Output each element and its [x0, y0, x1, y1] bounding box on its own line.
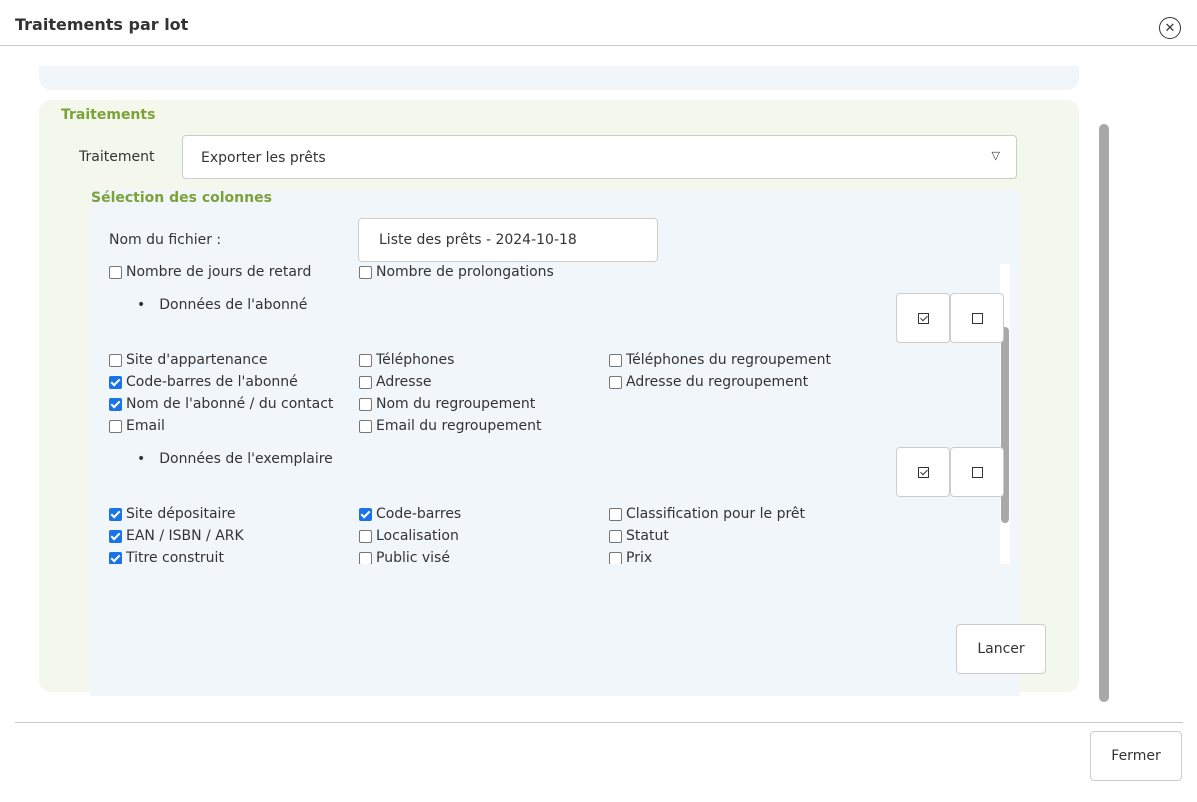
filename-input[interactable]: [358, 218, 658, 262]
column-checkbox[interactable]: Public visé: [359, 550, 450, 564]
column-group-label: • Données de l'abonné: [137, 297, 307, 313]
checkbox-checked-icon[interactable]: [109, 529, 122, 543]
checkbox-unchecked-icon[interactable]: [359, 551, 372, 564]
column-checkbox-label: Nombre de prolongations: [376, 264, 554, 280]
checkbox-checked-icon[interactable]: [109, 551, 122, 564]
column-checkbox-label: Site d'appartenance: [126, 352, 268, 368]
deselect-all-button[interactable]: [950, 447, 1004, 497]
checkbox-unchecked-icon[interactable]: [359, 397, 372, 411]
column-checkbox-label: Public visé: [376, 550, 450, 564]
dialog-header: Traitements par lot ✕: [0, 0, 1197, 46]
column-checkbox-label: EAN / ISBN / ARK: [126, 528, 244, 544]
column-checkbox[interactable]: Localisation: [359, 528, 459, 544]
checkbox-unchecked-icon[interactable]: [109, 419, 122, 433]
traitement-select[interactable]: Exporter les prêts ▽: [182, 135, 1017, 179]
column-checkbox[interactable]: Nom du regroupement: [359, 396, 535, 412]
column-checkbox[interactable]: Statut: [609, 528, 669, 544]
checkbox-unchecked-icon[interactable]: [109, 265, 122, 279]
column-checkbox-label: Site dépositaire: [126, 506, 236, 522]
checkbox-checked-icon[interactable]: [109, 507, 122, 521]
deselect-all-button[interactable]: [950, 293, 1004, 343]
column-checkbox[interactable]: Site d'appartenance: [109, 352, 268, 368]
traitement-label: Traitement: [79, 149, 155, 165]
chevron-down-icon: ▽: [991, 149, 1000, 162]
checkbox-checked-icon: [917, 466, 929, 478]
column-checkbox-label: Téléphones: [376, 352, 455, 368]
checkbox-unchecked-icon: [971, 312, 983, 324]
column-checkbox-label: Localisation: [376, 528, 459, 544]
bullet-icon: •: [137, 451, 146, 467]
footer-divider: [15, 722, 1183, 723]
column-checkbox[interactable]: Titre construit: [109, 550, 224, 564]
dialog-scrollbar[interactable]: [1099, 124, 1109, 702]
column-checkbox[interactable]: Classification pour le prêt: [609, 506, 805, 522]
column-checkbox[interactable]: Téléphones: [359, 352, 454, 368]
column-checkbox-label: Adresse: [376, 374, 432, 390]
close-button[interactable]: Fermer: [1090, 731, 1182, 781]
checkbox-unchecked-icon[interactable]: [609, 529, 622, 543]
checkbox-checked-icon[interactable]: [109, 397, 122, 411]
traitements-panel: Traitements Traitement Exporter les prêt…: [39, 100, 1079, 696]
checkbox-checked-icon[interactable]: [109, 375, 122, 389]
checkbox-unchecked-icon: [971, 466, 983, 478]
column-checkbox-label: Adresse du regroupement: [626, 374, 809, 390]
column-checkbox-label: Code-barres: [376, 506, 462, 522]
checkbox-unchecked-icon[interactable]: [359, 419, 372, 433]
columns-selection-box: Nom du fichier : Nombre de jours de reta…: [90, 190, 1020, 696]
launch-button[interactable]: Lancer: [956, 624, 1046, 674]
columns-section-title: Sélection des colonnes: [91, 190, 272, 206]
column-checkbox-label: Classification pour le prêt: [626, 506, 806, 522]
traitement-select-value: Exporter les prêts: [201, 150, 326, 166]
column-checkbox[interactable]: Nom de l'abonné / du contact: [109, 396, 333, 412]
column-checkbox[interactable]: Prix: [609, 550, 652, 564]
column-checkbox-label: Titre construit: [126, 550, 224, 564]
column-checkbox[interactable]: Code-barres de l'abonné: [109, 374, 298, 390]
column-checkbox-label: Téléphones du regroupement: [626, 352, 832, 368]
column-checkbox-label: Statut: [626, 528, 669, 544]
column-checkbox[interactable]: Code-barres: [359, 506, 461, 522]
checkbox-checked-icon[interactable]: [359, 507, 372, 521]
close-icon[interactable]: ✕: [1159, 17, 1181, 39]
column-checkbox-label: Email du regroupement: [376, 418, 542, 434]
column-checkbox-label: Prix: [626, 550, 653, 564]
traitements-section-title: Traitements: [61, 107, 156, 123]
column-group-title: Données de l'abonné: [159, 297, 308, 313]
checkbox-checked-icon: [917, 312, 929, 324]
checkbox-unchecked-icon[interactable]: [609, 551, 622, 564]
dialog-title: Traitements par lot: [15, 15, 189, 34]
column-checkbox-label: Code-barres de l'abonné: [126, 374, 298, 390]
column-checkbox[interactable]: Email du regroupement: [359, 418, 541, 434]
checkbox-unchecked-icon[interactable]: [109, 353, 122, 367]
checkbox-unchecked-icon[interactable]: [609, 353, 622, 367]
column-checkbox-label: Email: [126, 418, 165, 434]
filename-label: Nom du fichier :: [109, 232, 222, 248]
column-checkbox[interactable]: Site dépositaire: [109, 506, 235, 522]
column-checkbox-label: Nom de l'abonné / du contact: [126, 396, 334, 412]
select-all-button[interactable]: [896, 293, 950, 343]
columns-scroll-area[interactable]: Nombre de jours de retard Nombre de prolo…: [90, 264, 1010, 564]
select-all-button[interactable]: [896, 447, 950, 497]
column-checkbox[interactable]: EAN / ISBN / ARK: [109, 528, 244, 544]
column-checkbox-label: Nom du regroupement: [376, 396, 536, 412]
column-checkbox[interactable]: Email: [109, 418, 165, 434]
column-group-title: Données de l'exemplaire: [159, 451, 333, 467]
column-checkbox[interactable]: Nombre de prolongations: [359, 264, 554, 280]
checkbox-unchecked-icon[interactable]: [359, 353, 372, 367]
checkbox-unchecked-icon[interactable]: [359, 265, 372, 279]
column-checkbox[interactable]: Nombre de jours de retard: [109, 264, 311, 280]
checkbox-unchecked-icon[interactable]: [609, 375, 622, 389]
column-checkbox[interactable]: Adresse du regroupement: [609, 374, 808, 390]
bullet-icon: •: [137, 297, 146, 313]
column-group-label: • Données de l'exemplaire: [137, 451, 333, 467]
checkbox-unchecked-icon[interactable]: [359, 375, 372, 389]
previous-section-panel: [39, 66, 1079, 90]
column-checkbox-label: Nombre de jours de retard: [126, 264, 312, 280]
checkbox-unchecked-icon[interactable]: [359, 529, 372, 543]
column-checkbox[interactable]: Adresse: [359, 374, 431, 390]
column-checkbox[interactable]: Téléphones du regroupement: [609, 352, 831, 368]
checkbox-unchecked-icon[interactable]: [609, 507, 622, 521]
batch-processing-dialog: Traitements par lot ✕ Traitements Traite…: [0, 0, 1197, 802]
